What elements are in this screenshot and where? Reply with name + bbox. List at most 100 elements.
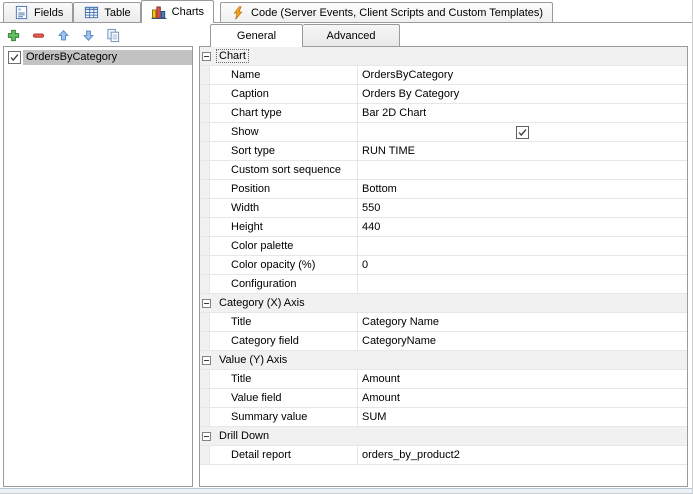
property-value[interactable]: Bar 2D Chart [358, 104, 687, 122]
property-label[interactable]: Value field [210, 389, 358, 407]
property-label[interactable]: Name [210, 66, 358, 84]
property-value[interactable]: RUN TIME [358, 142, 687, 160]
move-down-button[interactable] [80, 27, 97, 44]
property-group-header[interactable]: Category (X) Axis [200, 294, 687, 313]
property-row: Position Bottom [200, 180, 687, 199]
property-label[interactable]: Position [210, 180, 358, 198]
property-label[interactable]: Category field [210, 332, 358, 350]
tab-code[interactable]: Code (Server Events, Client Scripts and … [220, 2, 554, 22]
property-group-header[interactable]: Drill Down [200, 427, 687, 446]
property-row: Color palette [200, 237, 687, 256]
property-row: Custom sort sequence [200, 161, 687, 180]
property-value[interactable]: OrdersByCategory [358, 66, 687, 84]
property-label[interactable]: Chart type [210, 104, 358, 122]
tab-label: General [236, 30, 277, 42]
property-value[interactable] [358, 237, 687, 255]
tab-table[interactable]: Table [73, 2, 141, 22]
property-value[interactable]: 0 [358, 256, 687, 274]
row-gutter [200, 370, 210, 388]
collapse-icon[interactable] [202, 51, 211, 61]
property-value[interactable]: CategoryName [358, 332, 687, 350]
property-label[interactable]: Sort type [210, 142, 358, 160]
property-value[interactable]: SUM [358, 408, 687, 426]
tab-label: Code (Server Events, Client Scripts and … [251, 6, 544, 19]
property-value[interactable]: Orders By Category [358, 85, 687, 103]
row-gutter [200, 104, 210, 122]
property-value[interactable]: orders_by_product2 [358, 446, 687, 464]
property-grid-rows: Chart Name OrdersByCategory Caption Orders B… [200, 47, 687, 465]
property-row: Name OrdersByCategory [200, 66, 687, 85]
property-row: Summary value SUM [200, 408, 687, 427]
tab-fields[interactable]: Fields [3, 2, 74, 22]
property-label[interactable]: Summary value [210, 408, 358, 426]
row-gutter [200, 256, 210, 274]
table-icon [83, 5, 99, 21]
remove-button[interactable] [30, 27, 47, 44]
collapse-icon[interactable] [202, 355, 211, 365]
property-value[interactable]: Amount [358, 389, 687, 407]
tab-advanced[interactable]: Advanced [303, 24, 400, 46]
property-row: Configuration [200, 275, 687, 294]
row-gutter [200, 123, 210, 141]
chart-designer-window: Fields Table Charts Code (Server Events,… [0, 0, 693, 494]
row-gutter [200, 313, 210, 331]
property-value[interactable] [358, 161, 687, 179]
property-value[interactable] [358, 123, 687, 141]
property-row: Color opacity (%) 0 [200, 256, 687, 275]
collapse-icon[interactable] [202, 298, 211, 308]
tab-label: Table [104, 6, 131, 19]
property-label[interactable]: Show [210, 123, 358, 141]
tab-charts[interactable]: Charts [140, 0, 215, 23]
property-value[interactable]: 440 [358, 218, 687, 236]
property-group-header[interactable]: Chart [200, 47, 687, 66]
row-gutter [200, 180, 210, 198]
property-label[interactable]: Configuration [210, 275, 358, 293]
group-label: Drill Down [219, 430, 270, 442]
list-item-label: OrdersByCategory [23, 50, 192, 65]
arrow-down-icon [81, 27, 97, 43]
property-value[interactable]: Amount [358, 370, 687, 388]
row-gutter [200, 142, 210, 160]
property-label[interactable]: Detail report [210, 446, 358, 464]
property-value[interactable]: 550 [358, 199, 687, 217]
charts-icon [151, 4, 167, 20]
property-row: Width 550 [200, 199, 687, 218]
property-row: Title Amount [200, 370, 687, 389]
list-item[interactable]: OrdersByCategory [4, 49, 192, 66]
property-label[interactable]: Height [210, 218, 358, 236]
property-label[interactable]: Custom sort sequence [210, 161, 358, 179]
row-gutter [200, 199, 210, 217]
property-row: Detail report orders_by_product2 [200, 446, 687, 465]
property-row: Chart type Bar 2D Chart [200, 104, 687, 123]
property-label[interactable]: Color opacity (%) [210, 256, 358, 274]
show-checkbox[interactable] [516, 125, 529, 139]
property-label[interactable]: Color palette [210, 237, 358, 255]
list-item-checkbox[interactable] [8, 51, 21, 64]
collapse-icon[interactable] [202, 431, 211, 441]
property-row: Caption Orders By Category [200, 85, 687, 104]
chart-list: OrdersByCategory [3, 46, 193, 487]
group-label: Chart [216, 49, 249, 63]
property-group-header[interactable]: Value (Y) Axis [200, 351, 687, 370]
property-row: Value field Amount [200, 389, 687, 408]
row-gutter [200, 275, 210, 293]
copy-button[interactable] [105, 27, 122, 44]
property-value[interactable]: Bottom [358, 180, 687, 198]
property-value[interactable]: Category Name [358, 313, 687, 331]
property-row: Category field CategoryName [200, 332, 687, 351]
group-label: Category (X) Axis [219, 297, 305, 309]
code-icon [230, 5, 246, 21]
tab-general[interactable]: General [210, 24, 303, 47]
move-up-button[interactable] [55, 27, 72, 44]
property-label[interactable]: Title [210, 313, 358, 331]
property-label[interactable]: Caption [210, 85, 358, 103]
add-button[interactable] [5, 27, 22, 44]
row-gutter [200, 408, 210, 426]
property-row: Title Category Name [200, 313, 687, 332]
property-label[interactable]: Width [210, 199, 358, 217]
property-row: Show [200, 123, 687, 142]
property-label[interactable]: Title [210, 370, 358, 388]
property-row: Sort type RUN TIME [200, 142, 687, 161]
property-value[interactable] [358, 275, 687, 293]
arrow-up-icon [56, 27, 72, 43]
